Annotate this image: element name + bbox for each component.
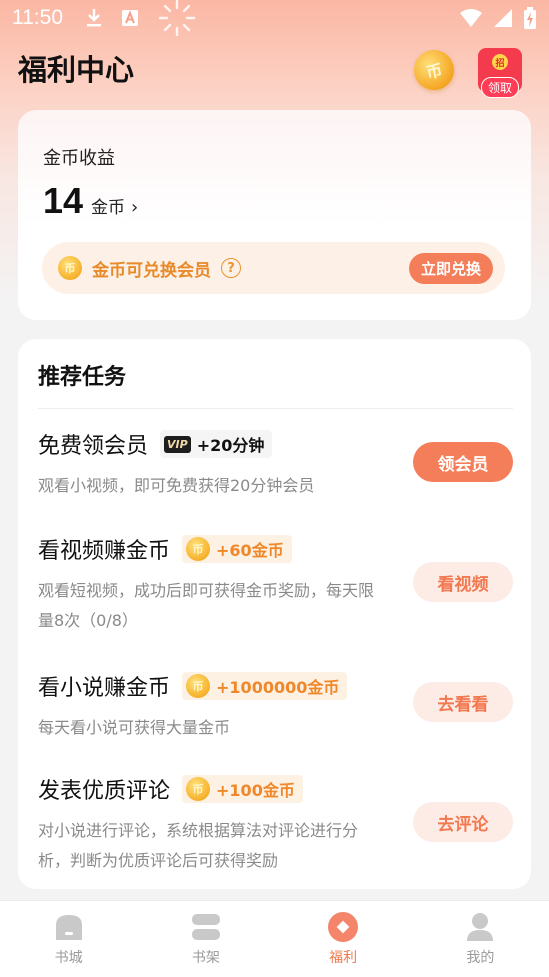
- exchange-banner: 币 金币可兑换会员 ? 立即兑换: [42, 242, 505, 294]
- go-read-button[interactable]: 去看看: [413, 682, 513, 722]
- task-title: 发表优质评论: [38, 779, 171, 804]
- task-reward-text: +1000000金币: [216, 678, 340, 697]
- task-item-post-comment: 发表优质评论 币 +100金币 对小说进行评论，系统根据算法对评论进行分析，判断…: [38, 772, 513, 876]
- task-reward-tag: 币 +100金币: [182, 775, 303, 803]
- task-reward-tag: 币 +60金币: [182, 535, 292, 563]
- task-title: 看视频赚金币: [38, 539, 171, 564]
- bookstore-icon: [53, 911, 85, 943]
- go-comment-button[interactable]: 去评论: [413, 802, 513, 842]
- earnings-label: 金币收益: [43, 148, 115, 169]
- redpack-label: 领取: [480, 77, 519, 98]
- task-description: 观看短视频，成功后即可获得金币奖励，每天限量8次（0/8）: [38, 581, 375, 630]
- coin-glyph: 币: [424, 60, 445, 83]
- page-header: 福利中心: [18, 46, 134, 90]
- coin-icon: 币: [186, 674, 211, 698]
- tab-bookstore[interactable]: 书城: [0, 901, 137, 977]
- coin-icon: 币: [186, 777, 211, 801]
- earnings-value: 14: [43, 180, 84, 221]
- redpack-badge: 招: [492, 54, 508, 70]
- task-item-read-novel: 看小说赚金币 币 +1000000金币 每天看小说可获得大量金币 去看看: [38, 669, 513, 743]
- tab-label: 我的: [466, 950, 495, 966]
- bottom-tab-bar: 书城 书架 福利 我的: [0, 900, 549, 977]
- task-reward-text: +100金币: [216, 781, 295, 800]
- signal-icon: [494, 9, 512, 27]
- download-icon: [87, 9, 101, 27]
- vip-icon: VIP: [164, 435, 191, 453]
- tasks-card: 推荐任务 免费领会员 VIP +20分钟 观看小视频，即可免费获得20分钟会员 …: [18, 339, 531, 889]
- profile-icon: [464, 911, 496, 943]
- watch-video-button[interactable]: 看视频: [413, 562, 513, 602]
- page-title: 福利中心: [18, 53, 135, 87]
- status-time: 11:50: [12, 6, 63, 29]
- exchange-text: 金币可兑换会员: [92, 260, 211, 281]
- task-item-free-vip: 免费领会员 VIP +20分钟 观看小视频，即可免费获得20分钟会员 领会员: [38, 427, 513, 501]
- wifi-icon: [460, 9, 482, 27]
- earnings-card: 金币收益 14 金币 › 币 金币可兑换会员 ? 立即兑换: [18, 110, 531, 320]
- task-description: 对小说进行评论，系统根据算法对评论进行分析，判断为优质评论后可获得奖励: [38, 821, 359, 870]
- font-a-icon: [122, 10, 138, 26]
- tab-bookshelf[interactable]: 书架: [137, 901, 274, 977]
- welfare-icon: [327, 911, 359, 943]
- status-bar: 11:50: [0, 0, 549, 37]
- coin-icon: 币: [58, 256, 82, 280]
- tab-welfare[interactable]: 福利: [275, 901, 412, 977]
- spinner-icon: [158, 0, 196, 37]
- task-reward-tag: VIP +20分钟: [160, 430, 273, 458]
- tasks-title: 推荐任务: [38, 365, 127, 390]
- task-title: 看小说赚金币: [38, 676, 171, 701]
- task-item-watch-video: 看视频赚金币 币 +60金币 观看短视频，成功后即可获得金币奖励，每天限量8次（…: [38, 532, 513, 636]
- task-reward-tag: 币 +1000000金币: [182, 672, 348, 700]
- tab-label: 书城: [54, 950, 83, 966]
- earnings-unit: 金币: [91, 198, 126, 218]
- help-icon[interactable]: ?: [221, 258, 241, 278]
- task-description: 每天看小说可获得大量金币: [38, 718, 231, 737]
- battery-charging-icon: [524, 7, 536, 29]
- task-reward-text: +60金币: [216, 541, 284, 560]
- tab-label: 福利: [329, 950, 358, 966]
- task-reward-text: +20分钟: [196, 436, 265, 455]
- task-description: 观看小视频，即可免费获得20分钟会员: [38, 476, 315, 495]
- exchange-now-button[interactable]: 立即兑换: [408, 252, 493, 284]
- claim-vip-button[interactable]: 领会员: [413, 442, 513, 482]
- divider: [38, 408, 513, 409]
- earnings-value-link[interactable]: 14 金币 ›: [43, 180, 138, 222]
- coin-icon: 币: [186, 537, 211, 561]
- tab-label: 书架: [191, 950, 220, 966]
- bookshelf-icon: [190, 911, 222, 943]
- tab-profile[interactable]: 我的: [412, 901, 549, 977]
- task-title: 免费领会员: [38, 434, 149, 459]
- chevron-right-icon: ›: [131, 197, 139, 218]
- redpack-claim-button[interactable]: 招 领取: [478, 48, 522, 98]
